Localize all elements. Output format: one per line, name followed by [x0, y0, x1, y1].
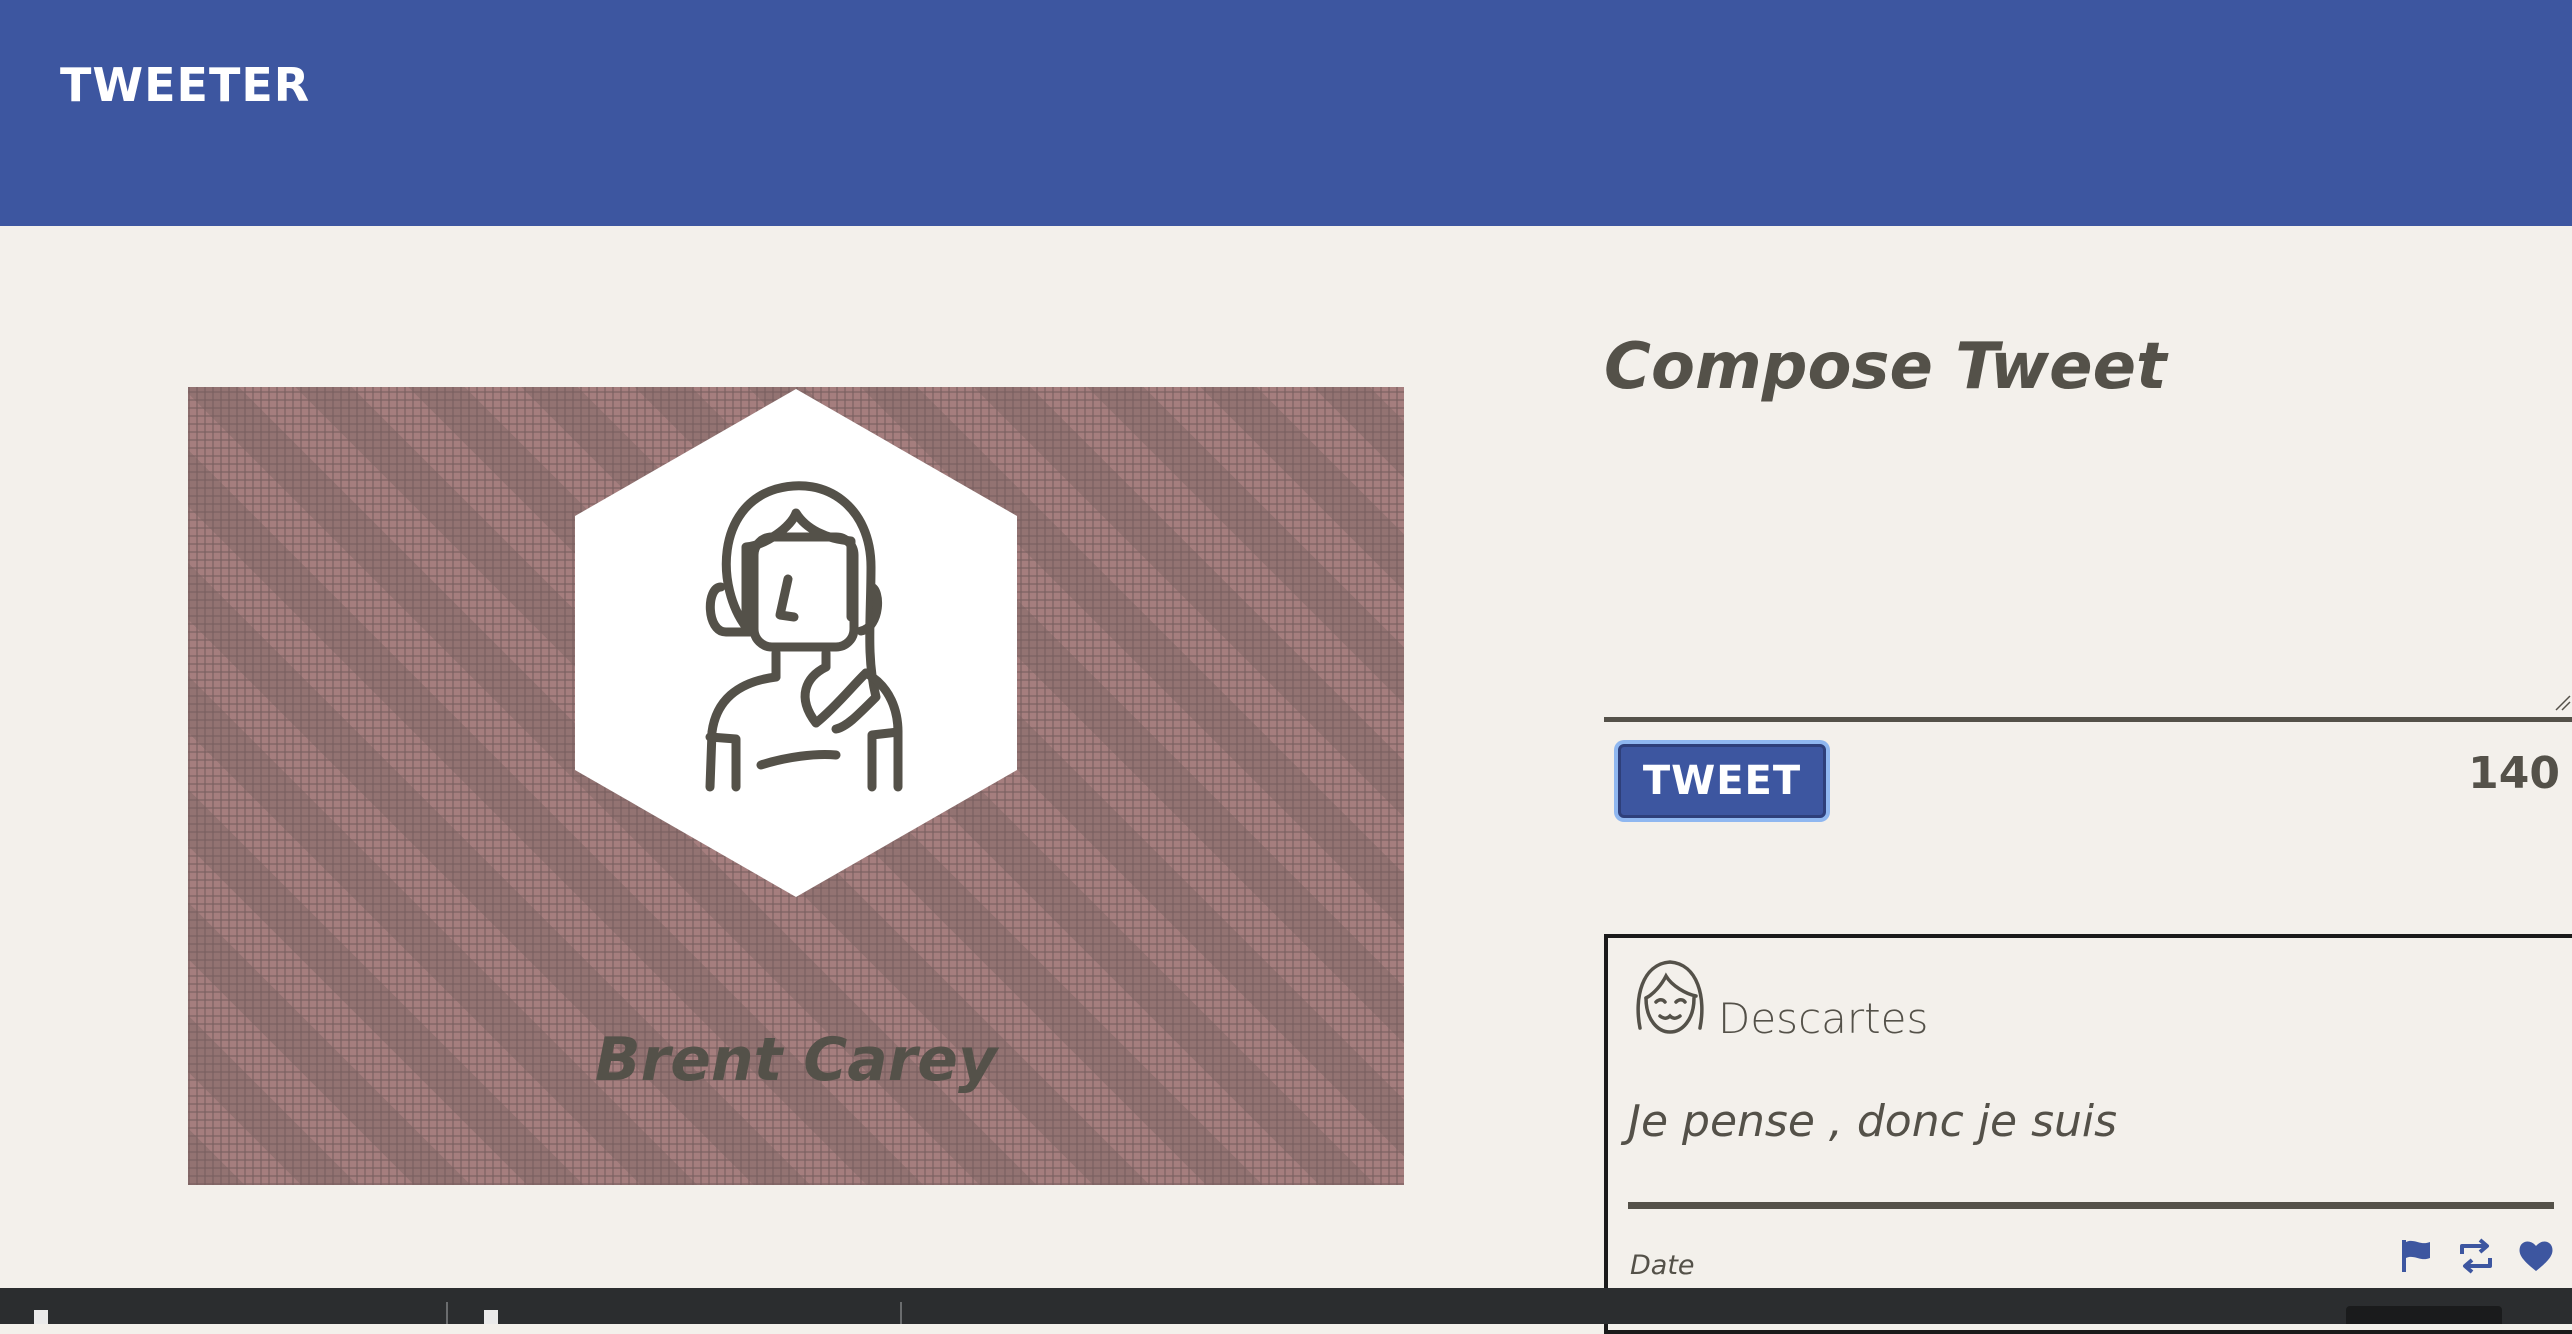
compose-tweet-textarea[interactable] [1604, 430, 2572, 722]
bottom-bar [0, 1288, 2572, 1324]
compose-title: Compose Tweet [1604, 330, 2167, 404]
tweet-text: Je pense , donc je suis [1628, 1096, 2118, 1147]
bottom-separator [446, 1302, 448, 1324]
tweet-divider [1628, 1202, 2554, 1209]
girl-face-icon [1636, 960, 1704, 1034]
resize-grip-icon[interactable] [2552, 692, 2572, 712]
heart-icon[interactable] [2516, 1236, 2556, 1276]
retweet-icon[interactable] [2456, 1236, 2496, 1276]
bottom-separator [900, 1302, 902, 1324]
brand-logo[interactable]: TWEETER [60, 58, 310, 112]
tweet-button[interactable]: TWEET [1618, 744, 1826, 818]
bottom-tab-1[interactable] [34, 1310, 48, 1324]
tweet-card: Descartes Je pense , donc je suis Date [1604, 934, 2572, 1334]
avatar-hexagon [575, 389, 1017, 897]
tweet-author[interactable]: Descartes [1718, 994, 1928, 1043]
profile-card: Brent Carey [188, 387, 1404, 1185]
profile-name: Brent Carey [594, 1025, 998, 1095]
top-nav-bar: TWEETER [0, 0, 2572, 226]
woman-avatar-icon [705, 481, 903, 792]
character-counter: 140 [2468, 748, 2560, 799]
bottom-tab-2[interactable] [484, 1310, 498, 1324]
tweet-date: Date [1630, 1250, 1695, 1281]
bottom-button[interactable] [2346, 1306, 2502, 1324]
flag-icon[interactable] [2396, 1236, 2436, 1276]
tweet-actions [2396, 1236, 2556, 1276]
